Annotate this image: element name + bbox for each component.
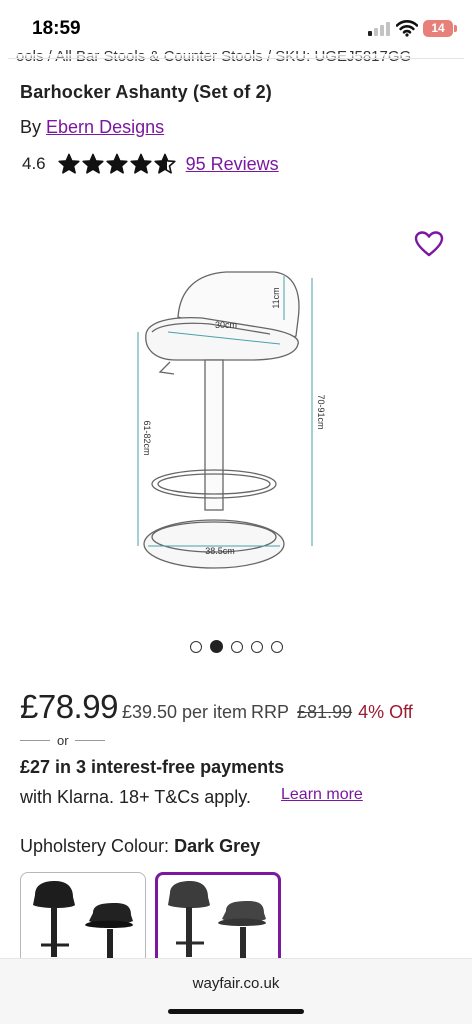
url-domain[interactable]: wayfair.co.uk (0, 975, 472, 992)
brand-line: By Ebern Designs (20, 117, 164, 138)
discount-badge: 4% Off (358, 702, 413, 722)
star-rating (58, 153, 176, 175)
dimension-label: 70-91cm (316, 394, 326, 429)
price: £78.99 (20, 688, 118, 725)
carousel-dot[interactable] (190, 641, 202, 653)
klarna-headline: £27 in 3 interest-free payments (20, 757, 285, 777)
rrp-label: RRP (251, 702, 290, 722)
dimension-label: 38.5cm (205, 546, 235, 556)
rrp-price: £81.99 (297, 702, 353, 722)
browser-address-bar[interactable]: wayfair.co.uk (0, 958, 472, 1024)
dimension-label: 11cm (271, 287, 281, 308)
carousel-dot[interactable] (251, 641, 263, 653)
carousel-dot[interactable] (231, 641, 243, 653)
star-icon (130, 153, 152, 174)
colour-swatch-dark-grey[interactable] (155, 872, 281, 972)
star-icon (58, 153, 80, 174)
product-image[interactable]: 11cm 30cm 70-91cm 61-82cm 38.5cm (130, 262, 330, 582)
price-row: £78.99 £39.50 per item RRP £81.99 4% Off (20, 688, 413, 726)
divider (20, 740, 50, 741)
dimension-label: 61-82cm (142, 420, 152, 455)
status-time: 18:59 (32, 18, 81, 39)
carousel-dots[interactable] (190, 640, 283, 653)
divider (75, 740, 105, 741)
cellular-signal-icon (368, 22, 390, 36)
heart-icon[interactable] (414, 230, 444, 258)
product-title: Barhocker Ashanty (Set of 2) (20, 82, 272, 102)
price-per-item: £39.50 per item (121, 702, 248, 722)
divider (8, 58, 464, 59)
selected-option: Dark Grey (174, 836, 261, 856)
wifi-icon (396, 20, 418, 37)
rating-row: 4.6 95 Reviews (22, 152, 279, 176)
rating-value: 4.6 (22, 154, 46, 173)
battery-icon: 14 (423, 20, 453, 37)
star-icon (106, 153, 128, 174)
star-icon (154, 153, 176, 174)
carousel-dot[interactable] (210, 640, 223, 653)
dimension-label: 30cm (215, 320, 237, 330)
stool-drawing (143, 271, 300, 569)
breadcrumb-fade (0, 54, 472, 60)
battery-tip (454, 25, 457, 32)
learn-more-link[interactable]: Learn more (281, 786, 363, 804)
stool-thumbnail (168, 881, 266, 967)
colour-swatch-black[interactable] (20, 872, 146, 972)
carousel-dot[interactable] (271, 641, 283, 653)
option-label: Upholstery Colour: (20, 836, 170, 856)
star-icon (82, 153, 104, 174)
brand-link[interactable]: Ebern Designs (46, 117, 164, 137)
reviews-link[interactable]: 95 Reviews (186, 154, 279, 175)
upholstery-label: Upholstery Colour: Dark Grey (20, 836, 260, 857)
by-label: By (20, 117, 42, 137)
or-label: or (57, 733, 69, 748)
klarna-terms: with Klarna. 18+ T&Cs apply. (20, 787, 251, 807)
or-divider: or (20, 732, 110, 750)
home-indicator[interactable] (168, 1009, 304, 1014)
